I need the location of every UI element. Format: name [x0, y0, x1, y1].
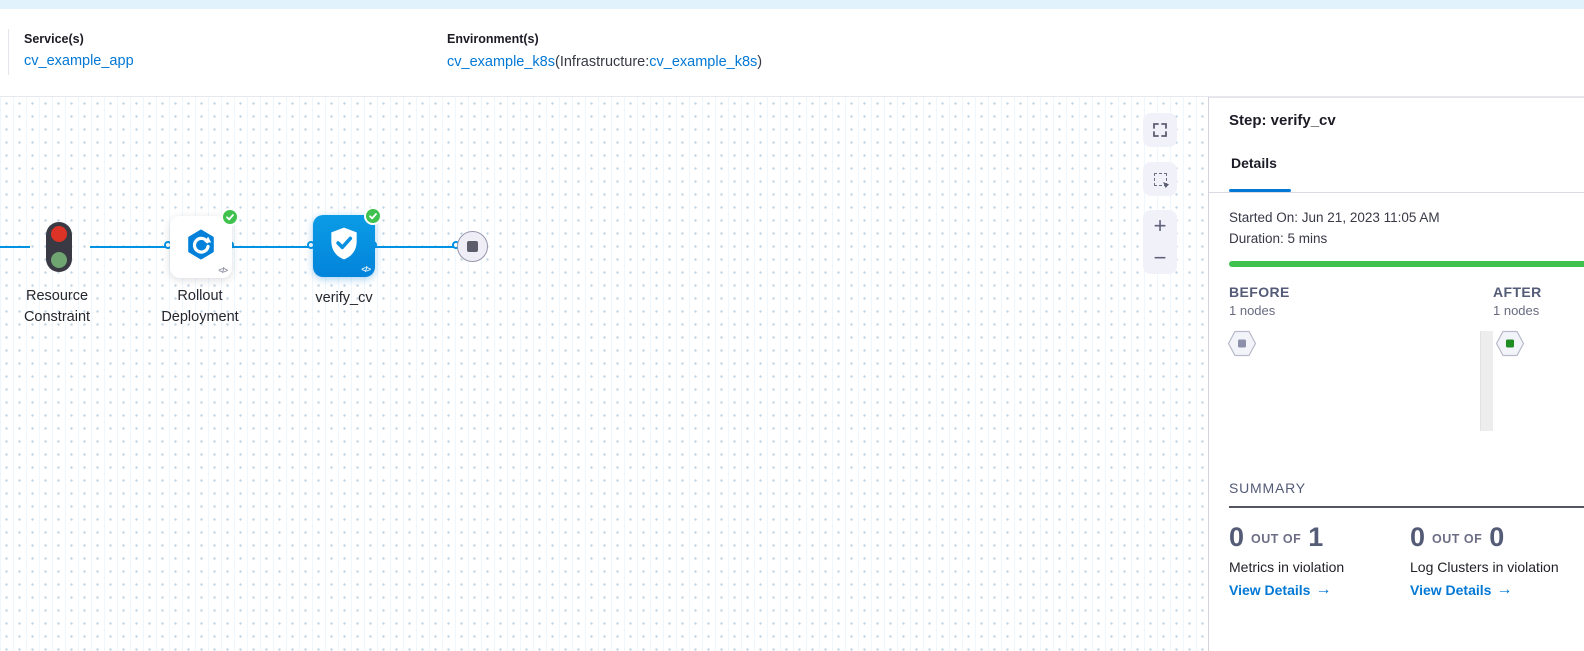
after-label: AFTER: [1493, 284, 1542, 300]
metrics-violation-count: 0: [1229, 522, 1244, 552]
before-node-hexagon[interactable]: [1227, 330, 1257, 362]
infrastructure-prefix: (Infrastructure:: [555, 54, 649, 70]
reset-selection-button[interactable]: [1143, 162, 1177, 196]
fit-to-screen-button[interactable]: [1143, 113, 1177, 147]
traffic-light-green-icon: [51, 252, 67, 268]
out-of-label: OUT OF: [1432, 532, 1482, 546]
service-link[interactable]: cv_example_app: [24, 53, 134, 69]
environment-line: cv_example_k8s(Infrastructure:cv_example…: [447, 53, 762, 71]
expand-icon: [1152, 122, 1168, 138]
log-clusters-caption: Log Clusters in violation: [1410, 559, 1584, 575]
edge-rollout-to-verify: [232, 246, 313, 248]
infrastructure-link[interactable]: cv_example_k8s: [649, 54, 757, 70]
started-on-text: Started On: Jun 21, 2023 11:05 AM: [1229, 210, 1440, 225]
metrics-view-details-link[interactable]: View Details →: [1229, 582, 1409, 598]
before-label: BEFORE: [1229, 284, 1290, 300]
execution-context-header: Service(s) cv_example_app Environment(s)…: [0, 9, 1584, 97]
resource-constraint-node[interactable]: [46, 222, 72, 272]
log-clusters-summary-card: 0 OUT OF 0 Log Clusters in violation Vie…: [1410, 522, 1584, 598]
success-badge-icon: [221, 208, 239, 226]
view-details-label: View Details: [1229, 582, 1310, 598]
before-count: 1 nodes: [1229, 303, 1275, 318]
infrastructure-suffix: ): [757, 54, 762, 70]
summary-label: SUMMARY: [1229, 480, 1306, 496]
rollout-deployment-node[interactable]: </>: [170, 216, 232, 278]
duration-text: Duration: 5 mins: [1229, 231, 1327, 246]
success-badge-icon: [364, 207, 382, 225]
after-node-hexagon[interactable]: [1495, 330, 1525, 362]
log-clusters-violation-count: 0: [1410, 522, 1425, 552]
header-divider: [8, 29, 9, 75]
edge-constraint-to-rollout: [90, 246, 170, 248]
out-of-label: OUT OF: [1251, 532, 1301, 546]
metrics-summary-card: 0 OUT OF 1 Metrics in violation View Det…: [1229, 522, 1409, 598]
edge-incoming: [0, 246, 30, 248]
metrics-stats: 0 OUT OF 1: [1229, 522, 1409, 552]
verify-cv-node[interactable]: </>: [313, 215, 375, 277]
arrow-right-icon: →: [1496, 583, 1512, 597]
verify-cv-label: verify_cv: [286, 288, 402, 309]
log-clusters-stats: 0 OUT OF 0: [1410, 522, 1584, 552]
zoom-controls: + −: [1143, 210, 1177, 274]
tabs-divider: [1209, 192, 1584, 193]
services-group: Service(s) cv_example_app: [24, 32, 134, 69]
code-step-glyph: </>: [218, 266, 227, 275]
arrow-right-icon: →: [1315, 583, 1331, 597]
summary-divider: [1229, 506, 1584, 508]
step-details-panel: Step: verify_cv Details Started On: Jun …: [1208, 97, 1584, 651]
stage-end-node[interactable]: [457, 231, 488, 262]
environment-link[interactable]: cv_example_k8s: [447, 54, 555, 70]
pipeline-graph-canvas[interactable]: Resource Constraint </> Rollout Deployme…: [0, 97, 1208, 651]
code-step-glyph: </>: [361, 265, 370, 274]
marquee-select-icon: [1154, 173, 1167, 186]
environments-label: Environment(s): [447, 32, 762, 46]
after-count: 1 nodes: [1493, 303, 1539, 318]
rollout-deployment-label: Rollout Deployment: [142, 286, 258, 328]
before-pane-scrollbar[interactable]: [1480, 331, 1493, 431]
log-clusters-total-count: 0: [1489, 522, 1504, 552]
step-title: Step: verify_cv: [1229, 112, 1336, 129]
shield-check-icon: [325, 225, 363, 268]
top-accent-strip: [0, 0, 1584, 9]
edge-verify-to-end: [375, 246, 459, 248]
rollout-icon: [185, 229, 217, 266]
zoom-out-button[interactable]: −: [1154, 244, 1167, 272]
traffic-light-red-icon: [51, 226, 67, 242]
metrics-total-count: 1: [1308, 522, 1323, 552]
metrics-caption: Metrics in violation: [1229, 559, 1409, 575]
view-details-label: View Details: [1410, 582, 1491, 598]
tab-details[interactable]: Details: [1229, 155, 1279, 171]
zoom-in-button[interactable]: +: [1154, 212, 1167, 240]
log-clusters-view-details-link[interactable]: View Details →: [1410, 582, 1584, 598]
stop-square-icon: [467, 241, 478, 252]
services-label: Service(s): [24, 32, 134, 46]
environments-group: Environment(s) cv_example_k8s(Infrastruc…: [447, 32, 762, 71]
resource-constraint-label: Resource Constraint: [0, 286, 115, 328]
execution-progress-bar: [1229, 261, 1584, 267]
